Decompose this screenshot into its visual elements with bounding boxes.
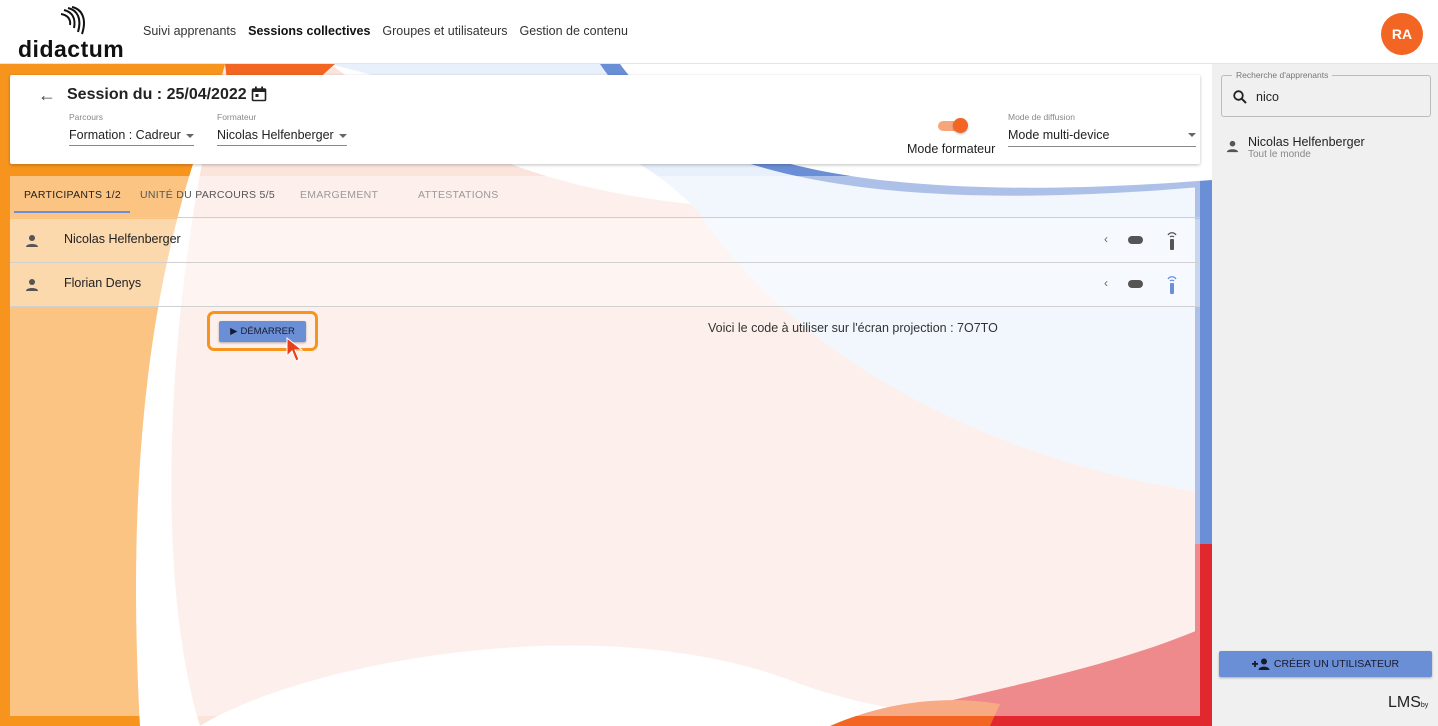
logo-text: didactum	[18, 36, 125, 62]
active-tab-indicator	[14, 211, 130, 213]
mouse-cursor-icon	[286, 336, 304, 362]
tab-participants[interactable]: PARTICIPANTS 1/2	[24, 189, 121, 201]
top-bar: didactum Suivi apprenants Sessions colle…	[0, 0, 1438, 64]
remote-control-icon[interactable]	[1165, 231, 1179, 251]
chevron-left-icon[interactable]: ‹	[1104, 232, 1108, 246]
toggle-knob	[953, 118, 968, 133]
calendar-icon[interactable]	[251, 86, 267, 102]
search-result-item[interactable]: Nicolas Helfenberger Tout le monde	[1226, 133, 1426, 165]
create-user-button[interactable]: CRÉER UN UTILISATEUR	[1219, 651, 1432, 677]
main-nav: Suivi apprenants Sessions collectives Gr…	[143, 24, 628, 38]
participant-name: Florian Denys	[64, 276, 142, 290]
tab-bar: PARTICIPANTS 1/2 UNITÉ DU PARCOURS 5/5 E…	[10, 176, 1200, 218]
lms-logo-text: LMS	[1388, 694, 1421, 711]
lms-logo-sub: by	[1420, 702, 1429, 709]
search-input[interactable]: nico	[1256, 90, 1279, 104]
app-logo[interactable]: didactum	[18, 6, 128, 62]
search-icon	[1233, 90, 1247, 104]
formateur-select[interactable]: Nicolas Helfenberger	[217, 128, 347, 146]
participants-panel: PARTICIPANTS 1/2 UNITÉ DU PARCOURS 5/5 E…	[10, 176, 1200, 716]
parcours-label: Parcours	[69, 112, 104, 122]
side-panel: Recherche d'apprenants nico Nicolas Helf…	[1212, 64, 1438, 726]
chevron-down-icon	[1188, 133, 1196, 137]
lms-logo: LMSby	[1388, 694, 1428, 712]
mode-formateur-label: Mode formateur	[907, 142, 996, 156]
nav-item-sessions-collectives[interactable]: Sessions collectives	[248, 24, 370, 38]
back-arrow-icon[interactable]: ←	[38, 85, 56, 106]
tab-emargement[interactable]: EMARGEMENT	[300, 189, 378, 201]
nav-item-gestion-contenu[interactable]: Gestion de contenu	[519, 24, 627, 38]
session-title: Session du : 25/04/2022	[67, 86, 247, 103]
formateur-label: Formateur	[217, 112, 257, 122]
session-header-card: ← Session du : 25/04/2022 Parcours Forma…	[10, 75, 1200, 164]
projection-code-text: Voici le code à utiliser sur l'écran pro…	[708, 321, 998, 335]
result-group: Tout le monde	[1248, 149, 1311, 160]
person-icon	[1226, 140, 1239, 153]
result-name: Nicolas Helfenberger	[1248, 135, 1365, 149]
play-icon: ▶	[230, 326, 238, 337]
person-icon	[26, 279, 38, 291]
participant-name: Nicolas Helfenberger	[64, 232, 181, 246]
diffusion-label: Mode de diffusion	[1008, 112, 1075, 122]
add-user-icon	[1251, 658, 1270, 670]
tab-attestations[interactable]: ATTESTATIONS	[418, 189, 499, 201]
parcours-select[interactable]: Formation : Cadreur	[69, 128, 194, 146]
user-avatar[interactable]: RA	[1381, 13, 1423, 55]
nav-item-groupes-utilisateurs[interactable]: Groupes et utilisateurs	[382, 24, 507, 38]
parcours-value: Formation : Cadreur	[69, 128, 181, 142]
formateur-value: Nicolas Helfenberger	[217, 128, 334, 142]
search-label: Recherche d'apprenants	[1232, 70, 1333, 80]
device-pill-icon[interactable]	[1128, 280, 1143, 288]
person-icon	[26, 235, 38, 247]
create-user-label: CRÉER UN UTILISATEUR	[1273, 658, 1400, 670]
tab-unite-parcours[interactable]: UNITÉ DU PARCOURS 5/5	[140, 189, 275, 201]
chevron-down-icon	[338, 133, 347, 138]
participant-row[interactable]: Florian Denys ‹	[10, 263, 1200, 307]
remote-control-icon[interactable]	[1165, 275, 1179, 295]
diffusion-value: Mode multi-device	[1008, 128, 1110, 142]
chevron-down-icon	[185, 133, 194, 138]
fingerprint-icon	[60, 6, 85, 35]
participant-row[interactable]: Nicolas Helfenberger ‹	[10, 219, 1200, 263]
mode-formateur-toggle[interactable]	[938, 118, 968, 133]
chevron-left-icon[interactable]: ‹	[1104, 276, 1108, 290]
learner-search-field[interactable]: Recherche d'apprenants nico	[1221, 70, 1431, 117]
device-pill-icon[interactable]	[1128, 236, 1143, 244]
diffusion-select[interactable]: Mode multi-device	[1008, 128, 1196, 147]
nav-item-suivi-apprenants[interactable]: Suivi apprenants	[143, 24, 236, 38]
